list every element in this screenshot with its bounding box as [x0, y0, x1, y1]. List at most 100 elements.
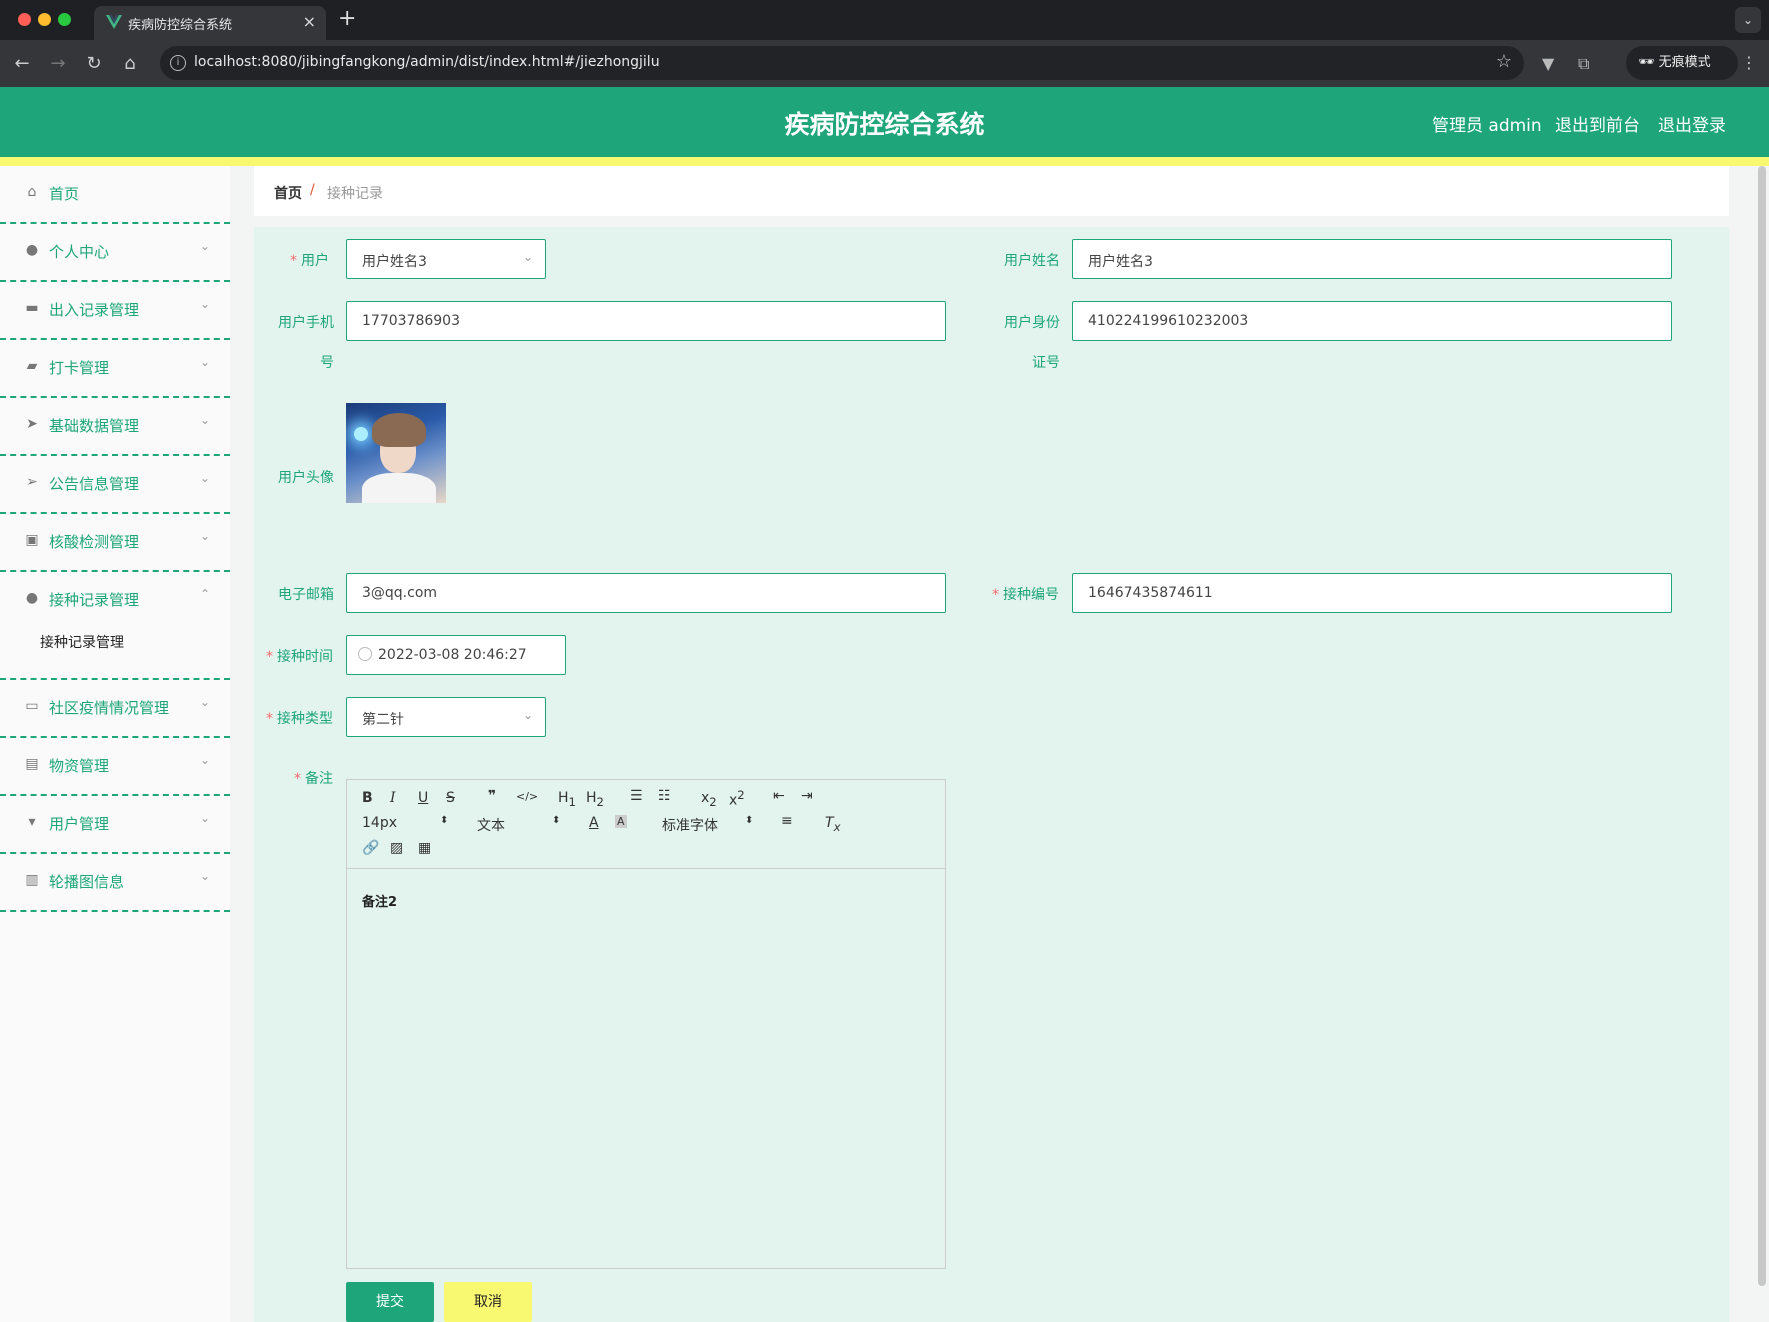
chevron-down-icon: ⌄ [199, 811, 210, 825]
underline-icon[interactable]: U [418, 790, 428, 806]
format-select[interactable]: 文本 [477, 815, 505, 835]
email-field[interactable]: 3@qq.com [346, 573, 946, 613]
outdent-icon[interactable]: ⇤ [773, 788, 785, 804]
vacc-no-field[interactable]: 16467435874611 [1072, 573, 1672, 613]
back-to-front-link[interactable]: 退出到前台 [1555, 111, 1640, 136]
bold-icon[interactable]: B [362, 790, 373, 806]
vacc-no-value: 16467435874611 [1088, 585, 1213, 601]
logout-link[interactable]: 退出登录 [1658, 111, 1726, 136]
idcard-field[interactable]: 410224199610232003 [1072, 301, 1672, 341]
background-color-icon[interactable]: A [615, 815, 627, 828]
browser-menu-icon[interactable]: ⋮ [1741, 53, 1757, 72]
format-arrows-icon: ⬍ [552, 815, 561, 826]
breadcrumb-home[interactable]: 首页 [274, 183, 302, 203]
new-tab-button[interactable]: + [338, 6, 356, 31]
incognito-icon: 🕶 [1638, 55, 1655, 70]
forward-icon[interactable]: → [44, 50, 72, 78]
sidebar-item-label: 用户管理 [49, 815, 110, 833]
link-icon[interactable]: 🔗 [362, 840, 379, 856]
tab-close-icon[interactable]: × [303, 12, 316, 31]
text-color-icon[interactable]: A [589, 815, 599, 831]
vue-devtools-icon[interactable]: ▼ [1542, 54, 1554, 73]
sidebar-item-carousel[interactable]: ▥ 轮播图信息 ⌄ [0, 854, 230, 912]
minimize-window-button[interactable] [38, 13, 51, 26]
blockquote-icon[interactable]: ❞ [488, 788, 496, 804]
video-icon[interactable]: ▦ [418, 840, 431, 856]
username-field[interactable]: 用户姓名3 [1072, 239, 1672, 279]
italic-icon[interactable]: I [390, 790, 396, 806]
sidebar-item-epidemic[interactable]: ▭ 社区疫情情况管理 ⌄ [0, 680, 230, 738]
tab-search-button[interactable]: ⌄ [1735, 7, 1761, 33]
code-block-icon[interactable]: </> [516, 790, 538, 803]
required-mark: * [266, 711, 273, 727]
phone-label: 用户手机 [278, 315, 334, 331]
sidebar-item-label: 接种记录管理 [49, 591, 140, 609]
vacc-time-picker[interactable]: 2022-03-08 20:46:27 [346, 635, 566, 675]
sidebar-item-label: 出入记录管理 [49, 301, 140, 319]
sidebar-item-label: 基础数据管理 [49, 417, 140, 435]
address-bar[interactable]: i localhost:8080/jibingfangkong/admin/di… [160, 46, 1524, 80]
font-size-select[interactable]: 14px [362, 815, 397, 831]
maximize-window-button[interactable] [58, 13, 71, 26]
user-avatar[interactable] [346, 403, 446, 503]
extensions-icon[interactable]: ⧉ [1578, 54, 1589, 74]
submenu-vaccination-records[interactable]: 接种记录管理 [40, 632, 124, 652]
sidebar-item-vaccination[interactable]: ● 接种记录管理 ⌃ 接种记录管理 [0, 572, 230, 680]
clear-format-icon[interactable]: Tx [825, 815, 840, 834]
superscript-icon[interactable]: x2 [729, 788, 745, 809]
strikethrough-icon[interactable]: S [446, 790, 455, 806]
sidebar-item-nucleic-test[interactable]: ▣ 核酸检测管理 ⌄ [0, 514, 230, 572]
sidebar-item-label: 打卡管理 [49, 359, 110, 377]
chevron-down-icon: ⌄ [199, 753, 210, 767]
ordered-list-icon[interactable]: ☰ [630, 788, 643, 804]
incognito-badge[interactable]: 🕶 无痕模式 [1626, 46, 1738, 80]
chevron-down-icon: ⌄ [199, 529, 210, 543]
align-icon[interactable]: ≡ [781, 813, 793, 829]
heading1-icon[interactable]: H1 [558, 790, 576, 809]
vacc-time-label: * 接种时间 [266, 649, 333, 665]
home-browser-icon[interactable]: ⌂ [116, 50, 144, 78]
user-label: * 用户 [290, 253, 329, 269]
sidebar-item-label: 轮播图信息 [49, 873, 125, 891]
page-scrollbar[interactable] [1758, 166, 1766, 1286]
username-value: 用户姓名3 [1088, 254, 1153, 270]
bullet-list-icon[interactable]: ☷ [658, 788, 671, 804]
editor-content-text: 备注2 [362, 895, 398, 910]
user-select[interactable]: 用户姓名3 ⌄ [346, 239, 546, 279]
font-family-select[interactable]: 标准字体 [662, 815, 718, 835]
sidebar-item-users[interactable]: ▾ 用户管理 ⌄ [0, 796, 230, 854]
heading2-icon[interactable]: H2 [586, 790, 604, 809]
vacc-type-select[interactable]: 第二针 ⌄ [346, 697, 546, 737]
reload-icon[interactable]: ↻ [80, 50, 108, 78]
sidebar-item-home[interactable]: ⌂ 首页 [0, 166, 230, 224]
sidebar-item-supplies[interactable]: ▤ 物资管理 ⌄ [0, 738, 230, 796]
wallet-icon: ▰ [26, 358, 38, 374]
idcard-value: 410224199610232003 [1088, 313, 1249, 329]
subscript-icon[interactable]: x2 [701, 790, 717, 809]
close-window-button[interactable] [18, 13, 31, 26]
sidebar-item-checkin[interactable]: ▰ 打卡管理 ⌄ [0, 340, 230, 398]
sidebar-item-access-records[interactable]: ▬ 出入记录管理 ⌄ [0, 282, 230, 340]
sidebar-item-notices[interactable]: ➢ 公告信息管理 ⌄ [0, 456, 230, 514]
bookmark-star-icon[interactable]: ☆ [1496, 51, 1512, 72]
sidebar-item-profile[interactable]: ● 个人中心 ⌄ [0, 224, 230, 282]
image-icon[interactable]: ▨ [390, 840, 403, 856]
sidebar-item-base-data[interactable]: ➤ 基础数据管理 ⌄ [0, 398, 230, 456]
indent-icon[interactable]: ⇥ [801, 788, 813, 804]
site-info-icon[interactable]: i [170, 55, 186, 71]
sidebar-item-label: 公告信息管理 [49, 475, 140, 493]
phone-field[interactable]: 17703786903 [346, 301, 946, 341]
rich-text-editor[interactable]: B I U S ❞ </> H1 H2 ☰ ☷ x2 x2 ⇤ ⇥ 14px ⬍… [346, 779, 946, 1269]
avatar-body [362, 473, 436, 503]
editor-toolbar: B I U S ❞ </> H1 H2 ☰ ☷ x2 x2 ⇤ ⇥ 14px ⬍… [347, 780, 945, 869]
cancel-button[interactable]: 取消 [444, 1282, 532, 1322]
chevron-down-icon: ⌄ [199, 869, 210, 883]
breadcrumb: 首页 / 接种记录 [254, 166, 1729, 216]
browser-tab[interactable]: 疾病防控综合系统 × [94, 6, 326, 40]
submit-button[interactable]: 提交 [346, 1282, 434, 1322]
home-icon: ⌂ [27, 184, 37, 200]
chevron-down-icon: ⌄ [522, 250, 533, 264]
back-icon[interactable]: ← [8, 50, 36, 78]
location-icon: ➢ [26, 474, 38, 490]
app-header: 疾病防控综合系统 管理员 admin 退出到前台 退出登录 [0, 87, 1769, 157]
